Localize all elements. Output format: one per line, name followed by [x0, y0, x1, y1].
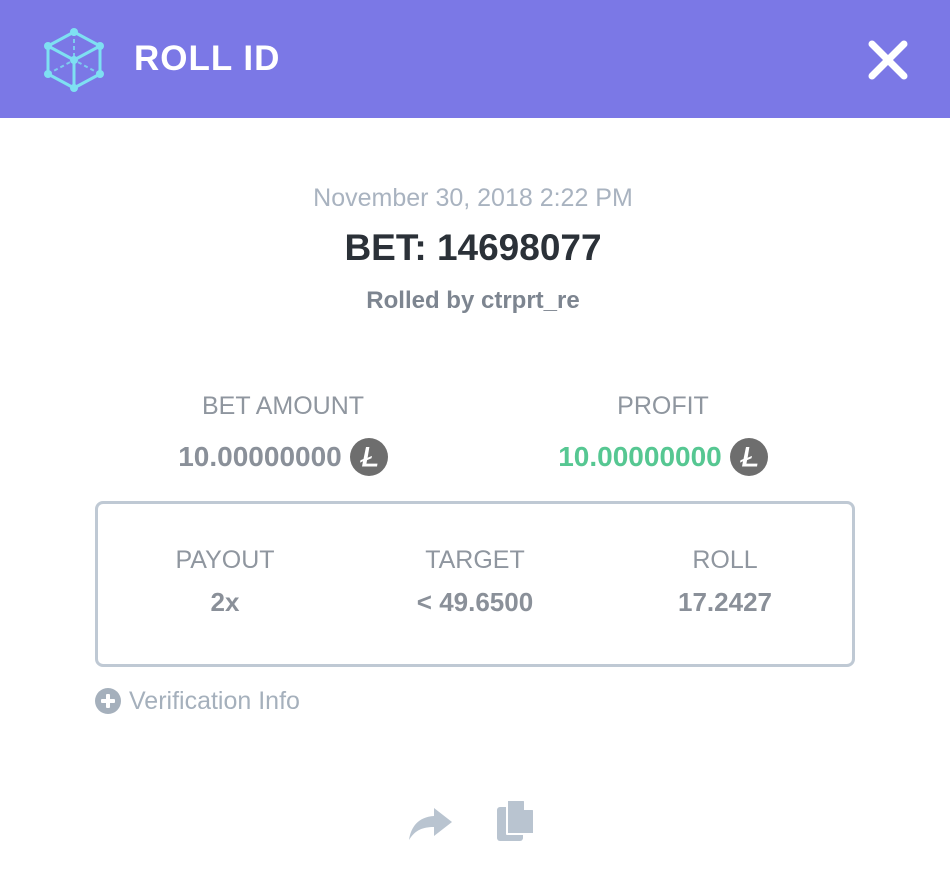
verification-info-label: Verification Info [129, 687, 300, 715]
roll-id-modal: ROLL ID November 30, 2018 2:22 PM BET: 1… [0, 0, 950, 882]
bet-amount-row: 10.00000000 [123, 438, 443, 476]
roll-value: 17.2427 [678, 587, 772, 617]
bet-amount-stat: BET AMOUNT 10.00000000 [123, 390, 443, 476]
payout-label: PAYOUT [175, 546, 275, 574]
cube-icon [44, 28, 104, 92]
roll-col: ROLL 17.2427 [600, 544, 850, 618]
share-icon[interactable] [406, 804, 454, 844]
close-icon[interactable] [864, 36, 912, 84]
profit-row: 10.00000000 [503, 438, 823, 476]
modal-title: ROLL ID [134, 39, 281, 78]
plus-circle-icon [95, 688, 121, 714]
target-value: < 49.6500 [416, 587, 534, 617]
bet-id: BET: 14698077 [344, 227, 602, 268]
profit-stat: PROFIT 10.00000000 [503, 390, 823, 476]
payout-value: 2x [210, 587, 240, 617]
bet-date: November 30, 2018 2:22 PM [313, 184, 633, 212]
litecoin-icon [349, 438, 388, 476]
profit-label: PROFIT [617, 392, 709, 420]
verification-info-toggle[interactable]: Verification Info [95, 684, 300, 718]
rolled-by: Rolled by ctrprt_re [366, 287, 580, 314]
modal-header: ROLL ID [0, 0, 950, 118]
target-col: TARGET < 49.6500 [350, 544, 600, 618]
profit-value: 10.00000000 [558, 441, 722, 472]
roll-label: ROLL [692, 546, 758, 574]
results-box: PAYOUT 2x TARGET < 49.6500 ROLL 17.2427 [95, 501, 855, 667]
payout-col: PAYOUT 2x [100, 544, 350, 618]
copy-icon[interactable] [494, 798, 538, 844]
bet-amount-label: BET AMOUNT [201, 392, 365, 420]
bet-amount-value: 10.00000000 [178, 441, 342, 472]
target-label: TARGET [425, 546, 525, 574]
litecoin-icon [729, 438, 768, 476]
